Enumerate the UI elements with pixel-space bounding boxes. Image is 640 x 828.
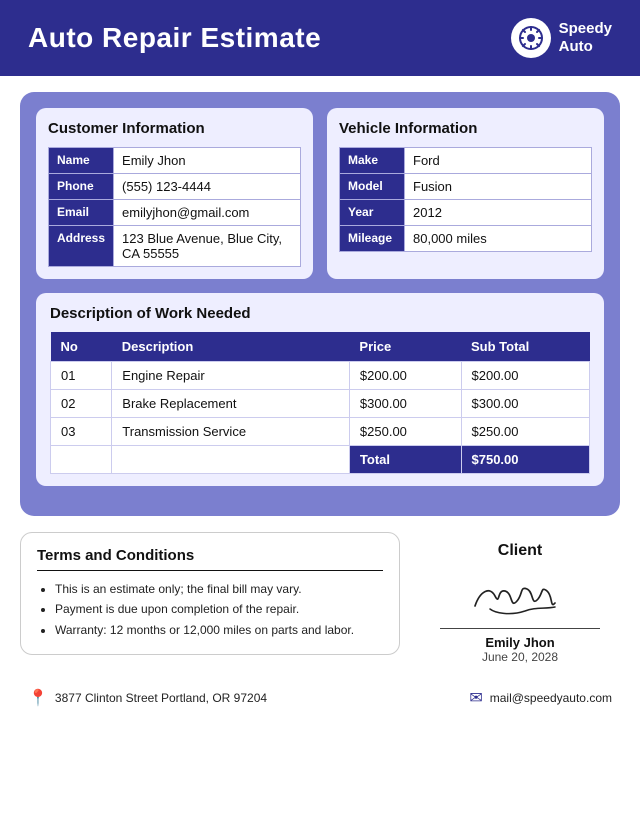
terms-box: Terms and Conditions This is an estimate… [20,532,400,655]
table-row: Model Fusion [340,174,592,200]
info-row: Customer Information Name Emily Jhon Pho… [36,108,604,279]
customer-email-label: Email [49,200,114,226]
col-description: Description [112,332,350,362]
list-item: Payment is due upon completion of the re… [55,599,383,619]
work-table-header: No Description Price Sub Total [51,332,590,362]
gear-icon [518,25,544,51]
work-price-2: $300.00 [349,390,461,418]
logo-icon [511,18,551,58]
footer: 📍 3877 Clinton Street Portland, OR 97204… [0,674,640,720]
signature-svg [455,571,585,626]
total-empty-1 [51,446,112,474]
vehicle-mileage-value: 80,000 miles [405,226,592,252]
vehicle-mileage-label: Mileage [340,226,405,252]
client-box: Client Emily Jhon June 20, 2028 [420,532,620,664]
signature-area [420,568,620,628]
main-card: Customer Information Name Emily Jhon Pho… [20,92,620,516]
work-subtotal-1: $200.00 [461,362,589,390]
table-row: Email emilyjhon@gmail.com [49,200,301,226]
footer-email: ✉ mail@speedyauto.com [469,688,612,708]
table-row: Year 2012 [340,200,592,226]
work-no-1: 01 [51,362,112,390]
vehicle-section-title: Vehicle Information [339,120,592,137]
work-section-title: Description of Work Needed [50,305,590,322]
total-value: $750.00 [461,446,589,474]
work-no-3: 03 [51,418,112,446]
table-row: 02 Brake Replacement $300.00 $300.00 [51,390,590,418]
footer-email-text: mail@speedyauto.com [490,691,612,705]
location-icon: 📍 [28,688,48,708]
bottom-section: Terms and Conditions This is an estimate… [20,532,620,664]
work-desc-1: Engine Repair [112,362,350,390]
customer-table: Name Emily Jhon Phone (555) 123-4444 Ema… [48,147,301,267]
client-label: Client [420,542,620,560]
list-item: Warranty: 12 months or 12,000 miles on p… [55,620,383,640]
work-desc-3: Transmission Service [112,418,350,446]
customer-panel: Customer Information Name Emily Jhon Pho… [36,108,313,279]
list-item: This is an estimate only; the final bill… [55,579,383,599]
total-label: Total [349,446,461,474]
logo-text: SpeedyAuto [559,20,612,56]
customer-phone-value: (555) 123-4444 [114,174,301,200]
work-desc-2: Brake Replacement [112,390,350,418]
work-subtotal-2: $300.00 [461,390,589,418]
customer-section-title: Customer Information [48,120,301,137]
work-panel: Description of Work Needed No Descriptio… [36,293,604,486]
table-row: Phone (555) 123-4444 [49,174,301,200]
email-icon: ✉ [469,688,482,708]
footer-address-text: 3877 Clinton Street Portland, OR 97204 [55,691,267,705]
header: Auto Repair Estimate SpeedyAuto [0,0,640,76]
vehicle-make-label: Make [340,148,405,174]
table-row: Address 123 Blue Avenue, Blue City, CA 5… [49,226,301,267]
table-row: 01 Engine Repair $200.00 $200.00 [51,362,590,390]
total-row: Total $750.00 [51,446,590,474]
table-row: Name Emily Jhon [49,148,301,174]
work-subtotal-3: $250.00 [461,418,589,446]
customer-name-value: Emily Jhon [114,148,301,174]
customer-address-label: Address [49,226,114,267]
vehicle-model-value: Fusion [405,174,592,200]
col-no: No [51,332,112,362]
table-row: 03 Transmission Service $250.00 $250.00 [51,418,590,446]
table-row: Mileage 80,000 miles [340,226,592,252]
customer-email-value: emilyjhon@gmail.com [114,200,301,226]
work-table: No Description Price Sub Total 01 Engine… [50,332,590,474]
vehicle-table: Make Ford Model Fusion Year 2012 Mileage… [339,147,592,252]
total-empty-2 [112,446,350,474]
vehicle-make-value: Ford [405,148,592,174]
table-row: Make Ford [340,148,592,174]
client-date: June 20, 2028 [420,650,620,664]
vehicle-year-value: 2012 [405,200,592,226]
logo-area: SpeedyAuto [511,18,612,58]
terms-title: Terms and Conditions [37,547,383,571]
work-price-3: $250.00 [349,418,461,446]
work-no-2: 02 [51,390,112,418]
col-subtotal: Sub Total [461,332,589,362]
col-price: Price [349,332,461,362]
customer-name-label: Name [49,148,114,174]
signature-line [440,628,600,629]
customer-address-value: 123 Blue Avenue, Blue City, CA 55555 [114,226,301,267]
vehicle-panel: Vehicle Information Make Ford Model Fusi… [327,108,604,279]
customer-phone-label: Phone [49,174,114,200]
client-name: Emily Jhon [420,635,620,650]
vehicle-year-label: Year [340,200,405,226]
terms-list: This is an estimate only; the final bill… [37,579,383,640]
vehicle-model-label: Model [340,174,405,200]
footer-address: 📍 3877 Clinton Street Portland, OR 97204 [28,688,267,708]
work-price-1: $200.00 [349,362,461,390]
page-title: Auto Repair Estimate [28,22,321,54]
